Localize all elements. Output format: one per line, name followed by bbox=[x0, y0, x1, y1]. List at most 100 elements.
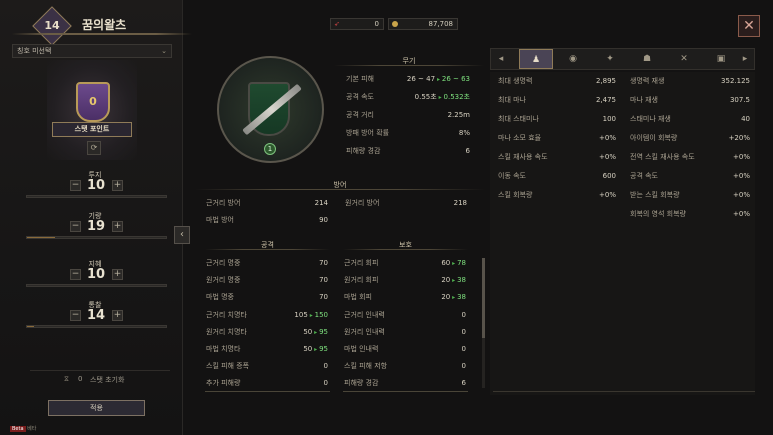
protection-stat-row: 원거리 회피 20 ▸ 38 bbox=[344, 275, 466, 285]
cube-icon[interactable]: ▣ bbox=[704, 49, 738, 69]
stat-name: 회복의 영석 회복량 bbox=[630, 210, 686, 218]
divider bbox=[195, 189, 485, 190]
attribute-row: 받는 스킬 회복량 +0% bbox=[630, 190, 750, 200]
stat-name: 근거리 치명타 bbox=[206, 310, 247, 319]
demon-icon[interactable]: ☗ bbox=[630, 49, 664, 69]
stat-name: 근거리 명중 bbox=[206, 259, 241, 267]
protection-stat-row: 마법 인내력 0 bbox=[344, 344, 466, 354]
stat-amount: 26 ~ 47 ▸ 26 ~ 63 bbox=[407, 74, 470, 85]
plus-button[interactable]: + bbox=[112, 310, 123, 321]
stat-value: 14 bbox=[86, 308, 106, 323]
stat-amount: +0% bbox=[733, 152, 750, 162]
bonus-value: 26 ~ 63 bbox=[441, 75, 470, 83]
defense-stat-row: 마법 방어 90 bbox=[206, 215, 328, 225]
stat-name: 받는 스킬 회복량 bbox=[630, 191, 680, 199]
refresh-icon[interactable]: ⟳ bbox=[87, 141, 101, 155]
base-value: 100 bbox=[602, 115, 616, 123]
stat-amount: +0% bbox=[733, 171, 750, 181]
divider bbox=[493, 391, 755, 392]
plus-button[interactable]: + bbox=[112, 221, 123, 232]
divider bbox=[205, 249, 330, 250]
stat-name: 마법 치명타 bbox=[206, 345, 241, 353]
category-tabs: ♟ ◉ ✦ ☗ ✕ ▣ ◂ ▸ bbox=[490, 48, 755, 70]
minus-button[interactable]: − bbox=[70, 269, 81, 280]
chevron-right-icon[interactable]: ▸ bbox=[735, 49, 755, 69]
protection-stat-row: 스킬 피해 저항 0 bbox=[344, 361, 466, 371]
crossed-swords-icon[interactable]: ✕ bbox=[667, 49, 701, 69]
stat-amount: 8% bbox=[459, 128, 470, 138]
stat-value: 19 bbox=[86, 219, 106, 234]
stat-progress-bar bbox=[26, 236, 167, 239]
stat-name: 마법 인내력 bbox=[344, 345, 379, 353]
base-value: 105 bbox=[294, 310, 308, 319]
stat-amount: 105 ▸ 150 bbox=[294, 310, 328, 321]
title-select-value: 칭호 미선택 bbox=[17, 47, 52, 55]
stat-points-value: 0 bbox=[89, 95, 97, 108]
base-value: 70 bbox=[319, 259, 328, 267]
hourglass-icon: ⧖ bbox=[64, 375, 69, 383]
base-value: 40 bbox=[741, 115, 750, 123]
close-icon[interactable]: ✕ bbox=[738, 15, 760, 37]
character-name: 꿈의왈츠 bbox=[82, 18, 127, 32]
chevron-left-icon[interactable]: ◂ bbox=[491, 49, 511, 69]
base-value: 20 bbox=[441, 293, 451, 302]
minus-button[interactable]: − bbox=[70, 310, 81, 321]
apply-button[interactable]: 적용 bbox=[48, 400, 145, 416]
stat-name: 최대 스태미나 bbox=[498, 115, 539, 123]
attribute-row: 마나 소모 효율 +0% bbox=[498, 133, 616, 143]
minus-button[interactable]: − bbox=[70, 221, 81, 232]
plus-button[interactable]: + bbox=[112, 180, 123, 191]
stat-amount: +0% bbox=[733, 190, 750, 200]
stat-name: 방패 방어 확률 bbox=[346, 129, 390, 137]
divider bbox=[30, 370, 170, 371]
chevron-left-icon[interactable]: ‹ bbox=[174, 226, 190, 244]
weapon-stat-row: 피해량 경감 6 bbox=[346, 146, 470, 156]
stat-amount: 0 bbox=[462, 361, 466, 371]
person-icon[interactable]: ♟ bbox=[519, 49, 553, 69]
stat-name: 공격 거리 bbox=[346, 111, 374, 119]
eye-icon[interactable]: ◉ bbox=[556, 49, 590, 69]
base-value: 600 bbox=[602, 172, 616, 180]
stat-name: 원거리 명중 bbox=[206, 276, 241, 285]
stat-amount: 0 bbox=[462, 344, 466, 354]
stat-amount: 2,895 bbox=[596, 76, 616, 86]
base-value: +0% bbox=[733, 172, 750, 180]
stat-value: 10 bbox=[86, 267, 106, 282]
attack-stat-row: 원거리 명중 70 bbox=[206, 275, 328, 285]
stat-amount: 60 ▸ 78 bbox=[441, 258, 466, 269]
arrow-icon: ➶ bbox=[334, 20, 340, 28]
beast-icon[interactable]: ✦ bbox=[593, 49, 627, 69]
attack-stat-row: 근거리 명중 70 bbox=[206, 258, 328, 268]
base-value: 214 bbox=[314, 199, 328, 207]
stat-name: 스태미나 재생 bbox=[630, 115, 671, 123]
stat-name: 피해량 경감 bbox=[344, 379, 379, 388]
beta-tag: Beta 베타 bbox=[10, 426, 37, 432]
attack-stat-row: 스킬 피해 증폭 0 bbox=[206, 361, 328, 371]
minus-button[interactable]: − bbox=[70, 180, 81, 191]
scrollbar[interactable] bbox=[482, 258, 485, 388]
stat-amount: 50 ▸ 95 bbox=[303, 344, 328, 355]
base-value: 307.5 bbox=[729, 96, 750, 104]
stat-name: 원거리 방어 bbox=[345, 199, 380, 207]
attribute-row: 최대 스태미나 100 bbox=[498, 114, 616, 124]
stat-name: 근거리 방어 bbox=[206, 199, 241, 207]
stat-amount: 2,475 bbox=[596, 95, 616, 105]
stat-progress-bar bbox=[26, 284, 167, 287]
stat-progress-bar bbox=[26, 195, 167, 198]
stat-amount: 307.5 bbox=[730, 95, 750, 105]
protection-stat-row: 근거리 인내력 0 bbox=[344, 310, 466, 320]
stat-name: 추가 피해량 bbox=[206, 379, 241, 388]
attribute-row: 마나 재생 307.5 bbox=[630, 95, 750, 105]
attack-stat-row: 마법 명중 70 bbox=[206, 292, 328, 302]
stat-amount: 0 bbox=[324, 361, 328, 371]
stat-points-button[interactable]: 스탯 포인트 bbox=[52, 122, 132, 137]
stat-name: 근거리 회피 bbox=[344, 259, 379, 267]
base-value: +20% bbox=[728, 134, 750, 142]
base-value: 218 bbox=[453, 199, 467, 207]
title-select[interactable]: 칭호 미선택 ⌄ bbox=[12, 44, 172, 58]
stat-name: 근거리 인내력 bbox=[344, 310, 385, 319]
stat-name: 스킬 회복량 bbox=[498, 191, 533, 199]
plus-button[interactable]: + bbox=[112, 269, 123, 280]
base-value: 0 bbox=[461, 345, 466, 353]
weapon-stat-row: 방패 방어 확률 8% bbox=[346, 128, 470, 138]
